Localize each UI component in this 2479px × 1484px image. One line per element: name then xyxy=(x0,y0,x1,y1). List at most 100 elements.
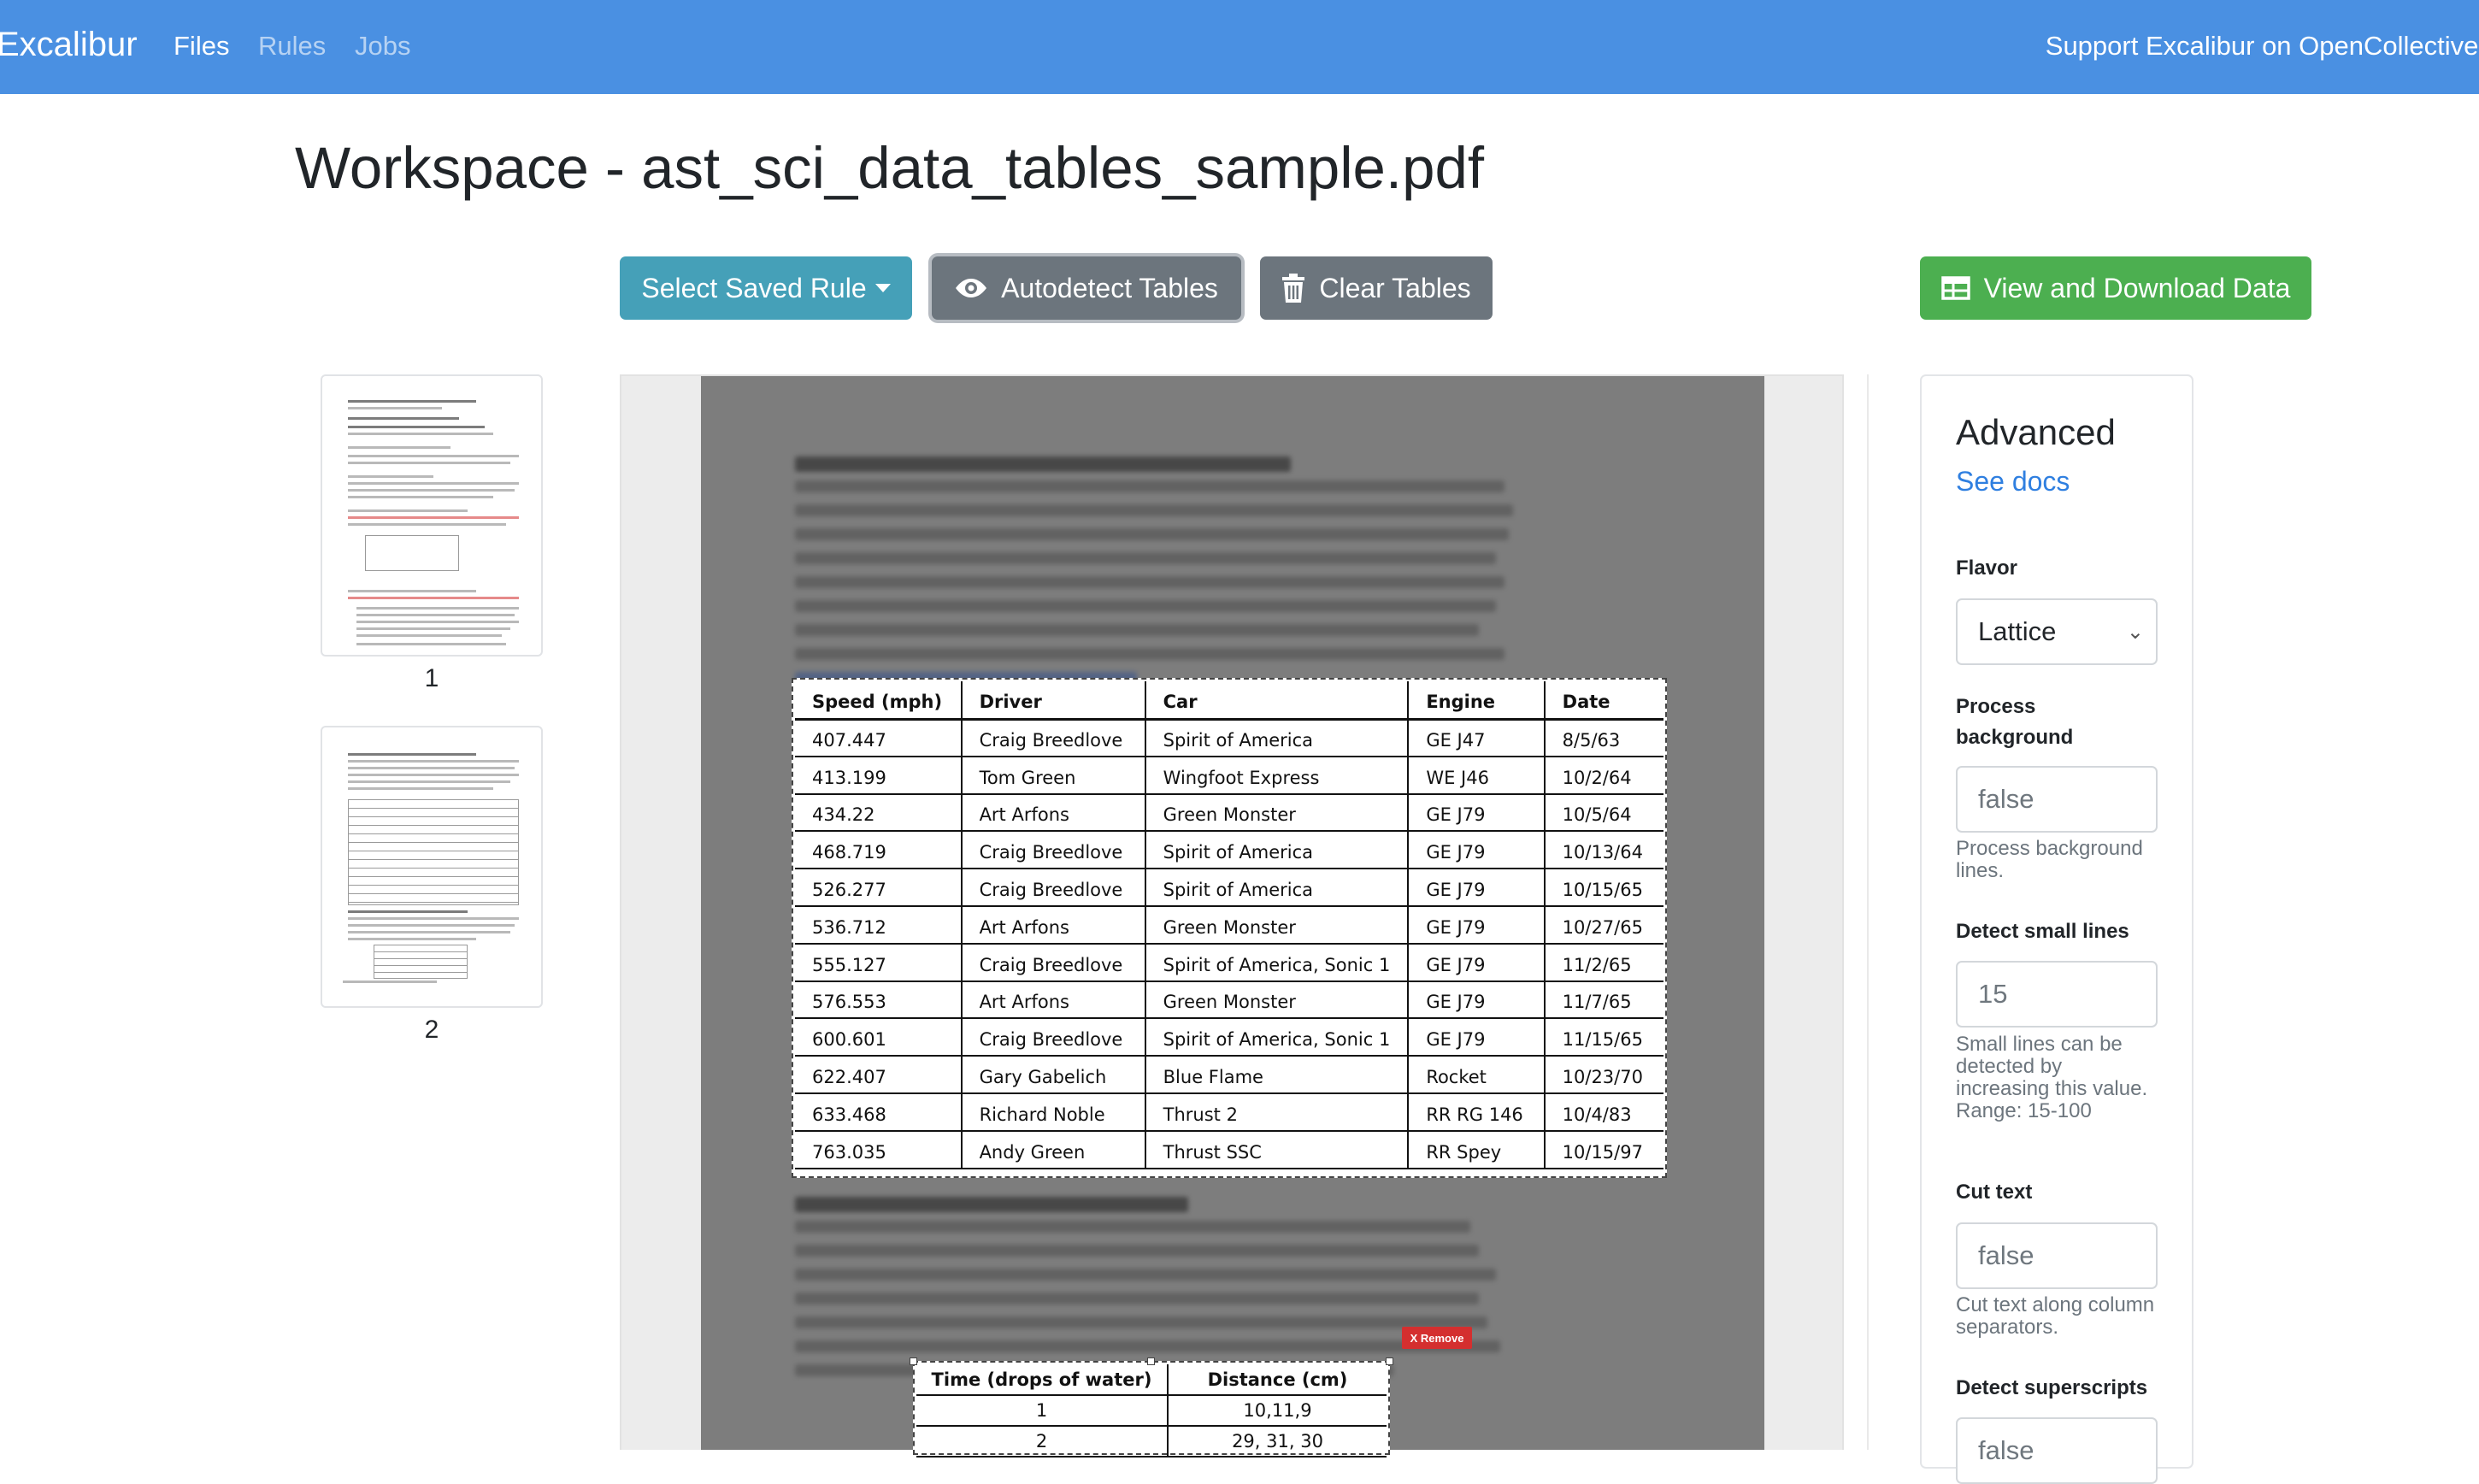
table-cell: Green Monster xyxy=(1145,905,1410,945)
table-row: 633.468 Richard Noble Thrust 2 RR RG 146 10/… xyxy=(795,1092,1663,1132)
table-cell: Rocket xyxy=(1408,1056,1546,1094)
table-cell: Craig Breedlove xyxy=(961,1018,1146,1057)
select-saved-rule-label: Select Saved Rule xyxy=(641,272,867,303)
thumb-text-line xyxy=(348,489,515,492)
flavor-select[interactable]: Lattice ⌄ xyxy=(1956,598,2158,665)
table-cell: Spirit of America, Sonic 1 xyxy=(1145,1018,1410,1057)
blurred-text-line xyxy=(795,624,1479,636)
blurred-text-line xyxy=(795,1221,1470,1233)
advanced-panel: Advanced See docs Flavor Lattice ⌄ Proce… xyxy=(1920,374,2193,1484)
blurred-text-line xyxy=(795,576,1504,588)
viewer-divider xyxy=(1867,374,1869,1450)
table-row: 2 29, 31, 30 xyxy=(916,1426,1387,1458)
blurred-text-line xyxy=(795,1245,1479,1257)
table-cell: 555.127 xyxy=(795,943,963,982)
flavor-select-value: Lattice xyxy=(1978,616,2057,646)
process-background-label: Process background xyxy=(1956,695,2074,749)
table-cell: Wingfoot Express xyxy=(1145,756,1410,795)
table-cell: Craig Breedlove xyxy=(961,719,1146,757)
view-download-data-button[interactable]: View and Download Data xyxy=(1920,256,2311,320)
thumb-text-line xyxy=(348,446,450,449)
thumb-text-line xyxy=(348,475,433,478)
table-row: 600.601 Craig Breedlove Spirit of America,… xyxy=(795,1018,1663,1057)
table-row: 622.407 Gary Gabelich Blue Flame Rocket 10/2… xyxy=(795,1056,1663,1094)
thumb-text-line xyxy=(343,980,437,983)
thumb-text-line xyxy=(348,496,493,498)
superscripts-label: Detect superscripts xyxy=(1956,1376,2148,1399)
remove-table-button[interactable]: X Remove xyxy=(1402,1327,1472,1349)
cut-text-input[interactable]: false xyxy=(1956,1222,2158,1289)
thumb-text-line xyxy=(356,614,515,616)
table-cell: 536.712 xyxy=(795,905,963,945)
table-cell: 763.035 xyxy=(795,1130,963,1169)
table-cell: GE J47 xyxy=(1408,719,1546,757)
select-saved-rule-dropdown[interactable]: Select Saved Rule xyxy=(620,256,912,320)
table-selection-2[interactable]: Time (drops of water) Distance (cm) 1 10,… xyxy=(910,1357,1393,1458)
table-cell: Andy Green xyxy=(961,1130,1146,1169)
thumb-text-line xyxy=(348,509,468,512)
brand-logo[interactable]: Excalibur xyxy=(0,26,138,64)
blurred-text-line xyxy=(795,552,1496,564)
line-scale-label: Detect small lines xyxy=(1956,920,2129,943)
thumb-text-line xyxy=(348,590,476,592)
table-body: 407.447 Craig Breedlove Spirit of America G… xyxy=(795,719,1663,1169)
table-row: 413.199 Tom Green Wingfoot Express WE J46 10… xyxy=(795,756,1663,795)
thumb-text-line xyxy=(348,753,476,756)
chevron-down-icon: ⌄ xyxy=(2126,620,2144,644)
table-cell: 11/2/65 xyxy=(1544,943,1663,982)
table-cell: 407.447 xyxy=(795,719,963,757)
nav-files[interactable]: Files xyxy=(174,31,229,62)
table-cell: 10/5/64 xyxy=(1544,793,1663,833)
table-cell: GE J79 xyxy=(1408,980,1546,1020)
line-scale-help: Small lines can be detected by increasin… xyxy=(1956,1033,2148,1122)
table-cell: RR Spey xyxy=(1408,1130,1546,1169)
table-cell: RR RG 146 xyxy=(1408,1092,1546,1132)
table-cell: 10/15/65 xyxy=(1544,869,1663,907)
table-cell: 413.199 xyxy=(795,756,963,795)
table-cell: 10/13/64 xyxy=(1544,831,1663,870)
thumb-text-line xyxy=(356,621,519,623)
thumb-text-line xyxy=(348,407,442,409)
table-cell: GE J79 xyxy=(1408,793,1546,833)
table-row: 763.035 Andy Green Thrust SSC RR Spey 10/15/… xyxy=(795,1130,1663,1169)
table-cell: 10/15/97 xyxy=(1544,1130,1663,1169)
clear-tables-button[interactable]: Clear Tables xyxy=(1260,256,1493,320)
table-cell: 10/2/64 xyxy=(1544,756,1663,795)
table-selection-1[interactable]: Speed (mph) Driver Car Engine Date 407.4… xyxy=(792,678,1667,1178)
line-scale-input[interactable]: 15 xyxy=(1956,961,2158,1028)
thumb-text-line xyxy=(348,516,519,519)
table-cell: 526.277 xyxy=(795,869,963,907)
page-thumbnail-2[interactable] xyxy=(321,726,543,1008)
table-cell: 8/5/63 xyxy=(1544,719,1663,757)
superscripts-input[interactable]: false xyxy=(1956,1417,2158,1484)
table-cell: Spirit of America, Sonic 1 xyxy=(1145,943,1410,982)
table-cell: Art Arfons xyxy=(961,980,1146,1020)
process-background-input[interactable]: false xyxy=(1956,766,2158,833)
page-thumbnail-1[interactable] xyxy=(321,374,543,657)
table-body: 1 10,11,9 2 29, 31, 30 xyxy=(916,1395,1387,1458)
table-cell: Thrust SSC xyxy=(1145,1130,1410,1169)
thumb-text-line xyxy=(348,417,459,420)
thumb-text-line xyxy=(356,643,506,645)
thumb-text-line xyxy=(356,627,510,630)
table-cell: GE J79 xyxy=(1408,905,1546,945)
autodetect-tables-button[interactable]: Autodetect Tables xyxy=(932,256,1241,320)
table-cell: 576.553 xyxy=(795,980,963,1020)
thumb-text-line xyxy=(348,455,519,457)
blurred-text-line xyxy=(795,1316,1487,1328)
see-docs-link[interactable]: See docs xyxy=(1956,466,2070,498)
table-icon xyxy=(1940,276,1970,300)
nav-jobs[interactable]: Jobs xyxy=(355,31,410,62)
table-row: 576.553 Art Arfons Green Monster GE J79 11/7… xyxy=(795,980,1663,1020)
resize-handle[interactable] xyxy=(1386,1357,1393,1365)
thumb-text-line xyxy=(348,910,468,913)
page-number-1: 1 xyxy=(424,664,439,692)
table-cell: Art Arfons xyxy=(961,793,1146,833)
cut-text-help: Cut text along column separators. xyxy=(1956,1293,2155,1339)
table-row: 536.712 Art Arfons Green Monster GE J79 10/2… xyxy=(795,905,1663,945)
nav-rules[interactable]: Rules xyxy=(258,31,326,62)
table-header-cell: Car xyxy=(1145,681,1410,721)
table-cell: Green Monster xyxy=(1145,980,1410,1020)
support-link[interactable]: Support Excalibur on OpenCollective! xyxy=(2046,31,2479,62)
blurred-text-line xyxy=(795,480,1504,492)
